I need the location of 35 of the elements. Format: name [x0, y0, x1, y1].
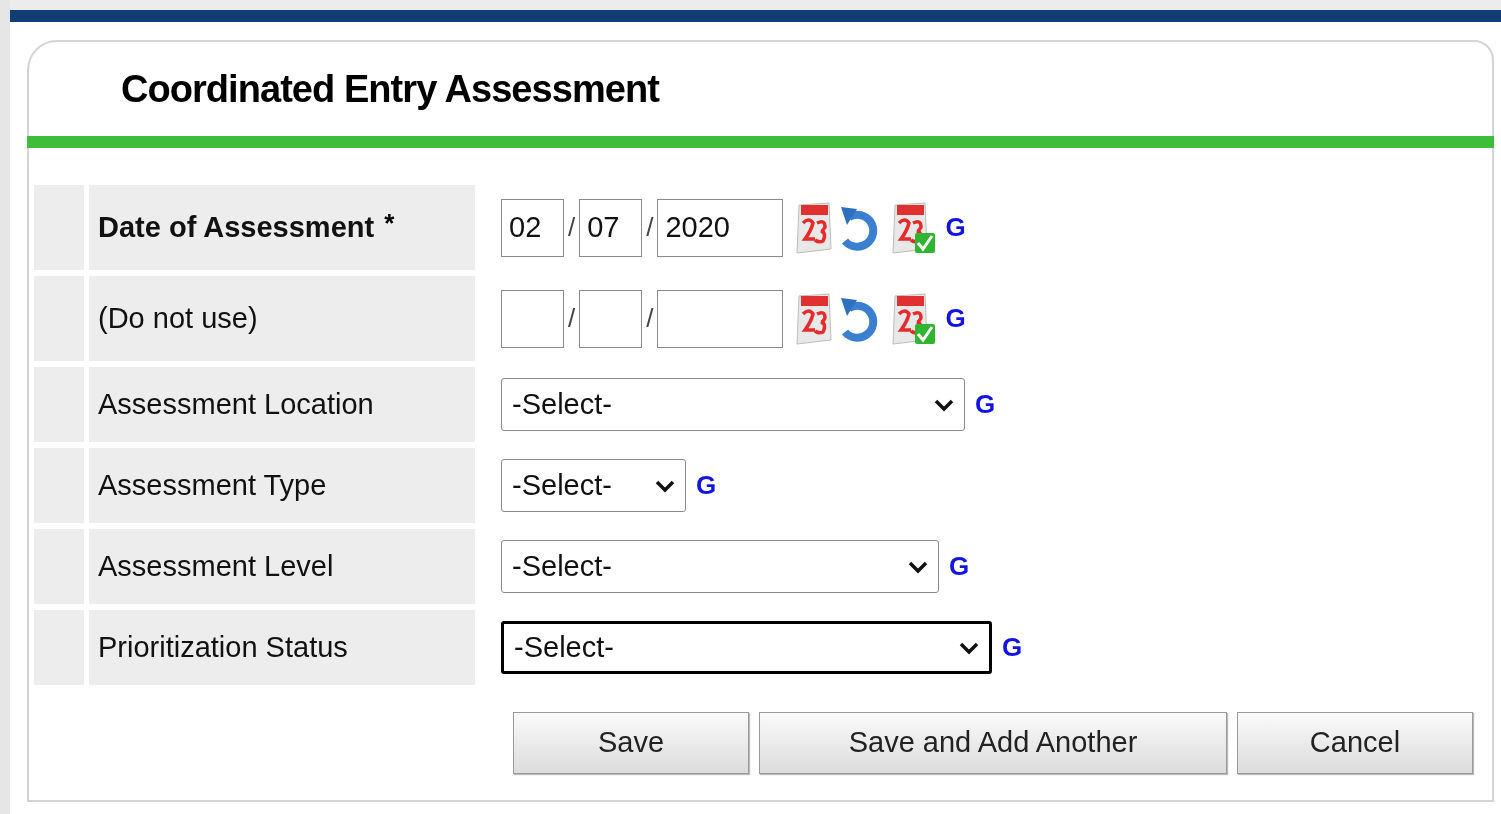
year-field[interactable]: 2020: [657, 198, 784, 257]
month-field[interactable]: 02: [501, 198, 564, 257]
caret-icon: [655, 478, 675, 493]
field-label: Assessment Location: [98, 386, 374, 422]
select-dropdown[interactable]: -Select-: [501, 540, 939, 593]
g-link[interactable]: G: [1002, 628, 1023, 667]
field-label: Assessment Type: [98, 467, 327, 503]
year-field[interactable]: [657, 289, 784, 348]
g-link[interactable]: G: [975, 385, 996, 424]
form-button[interactable]: Cancel: [1237, 712, 1473, 774]
g-link[interactable]: G: [945, 299, 966, 338]
form-button[interactable]: Save: [513, 712, 749, 774]
date-separator: /: [568, 302, 576, 335]
date-separator: /: [568, 211, 576, 244]
g-link[interactable]: G: [696, 466, 717, 505]
date-separator: /: [646, 211, 654, 244]
caret-icon: [908, 559, 928, 574]
g-link[interactable]: G: [945, 208, 966, 247]
month-field[interactable]: [501, 289, 564, 348]
field-label: Prioritization Status: [98, 629, 348, 665]
g-link[interactable]: G: [949, 547, 970, 586]
select-dropdown[interactable]: -Select-: [501, 459, 686, 512]
day-field[interactable]: 07: [579, 198, 643, 257]
caret-icon: [934, 397, 954, 412]
select-dropdown[interactable]: -Select-: [501, 621, 992, 674]
field-label: Date of Assessment: [98, 209, 375, 245]
day-field[interactable]: [579, 289, 643, 348]
required-mark: *: [384, 207, 395, 240]
form-title: Coordinated Entry Assessment: [121, 66, 659, 112]
field-label: (Do not use): [98, 300, 258, 336]
caret-icon: [959, 640, 979, 655]
date-separator: /: [646, 302, 654, 335]
select-dropdown[interactable]: -Select-: [501, 378, 965, 431]
field-label: Assessment Level: [98, 548, 334, 584]
form-button[interactable]: Save and Add Another: [759, 712, 1227, 774]
